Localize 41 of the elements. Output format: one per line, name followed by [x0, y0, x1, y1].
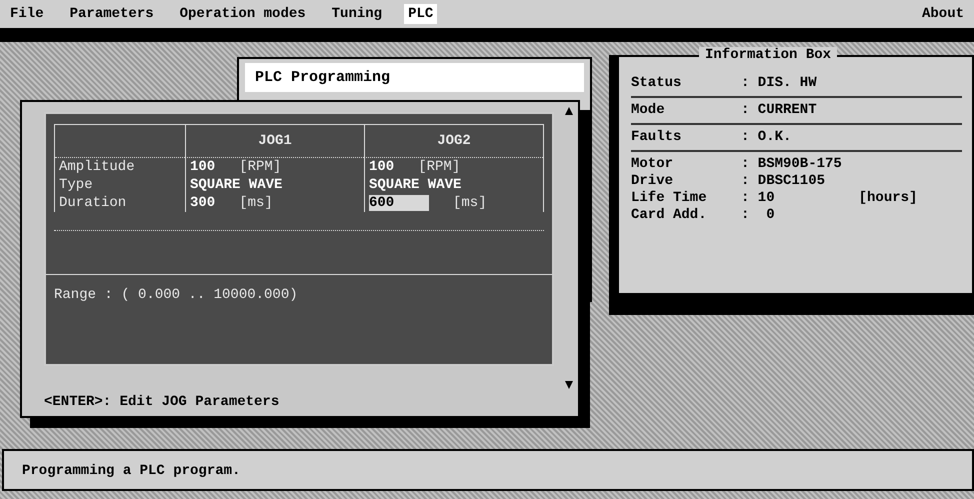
column-header: JOG2 [364, 125, 543, 158]
window-title: PLC Programming [245, 63, 584, 92]
table-cell: SQUARE WAVE [190, 177, 282, 193]
scroll-up-icon[interactable] [564, 106, 574, 116]
menu-item[interactable]: About [918, 4, 968, 24]
info-label: Status [631, 75, 682, 92]
info-label: Life Time [631, 190, 708, 207]
table-cell: 100 [190, 159, 216, 175]
info-label: Mode [631, 102, 666, 119]
menu-item[interactable]: Parameters [66, 4, 158, 24]
menu-item[interactable]: File [6, 4, 48, 24]
scroll-down-icon[interactable] [564, 380, 574, 390]
unit-label: [RPM] [239, 159, 282, 175]
range-text: Range : ( 0.000 .. 10000.000) [46, 274, 552, 315]
table-cell: SQUARE WAVE [369, 177, 462, 193]
column-header: JOG1 [185, 125, 364, 158]
menu-item[interactable]: Tuning [328, 4, 386, 24]
row-label: Type [58, 176, 94, 194]
input-field[interactable]: 600 [369, 195, 429, 211]
table-cell: 300 [190, 195, 216, 211]
info-value: : O.K. [741, 129, 792, 146]
table-cell: 100 [369, 159, 394, 175]
info-value: : BSM90B-175 [741, 156, 843, 173]
info-value: : DIS. HW [741, 75, 818, 92]
info-label: Faults [631, 129, 682, 146]
info-value: : 0 [741, 207, 776, 224]
unit-label: [ms] [239, 195, 273, 211]
unit-label: [ms] [453, 195, 487, 211]
footer-hint: <ENTER>: Edit JOG Parameters [44, 393, 280, 412]
info-label: Motor [631, 156, 674, 173]
menu-item[interactable]: PLC [404, 4, 438, 24]
unit-label: [RPM] [418, 159, 460, 175]
status-bar: Programming a PLC program. [2, 449, 974, 491]
info-value: : CURRENT [741, 102, 818, 119]
row-label: Duration [58, 194, 128, 212]
row-label: Amplitude [58, 158, 136, 176]
info-label: Drive [631, 173, 674, 190]
info-value: : 10 [hours] [741, 190, 918, 207]
menu-item[interactable]: Operation modes [176, 4, 310, 24]
info-label: Card Add. [631, 207, 708, 224]
info-value: : DBSC1105 [741, 173, 826, 190]
